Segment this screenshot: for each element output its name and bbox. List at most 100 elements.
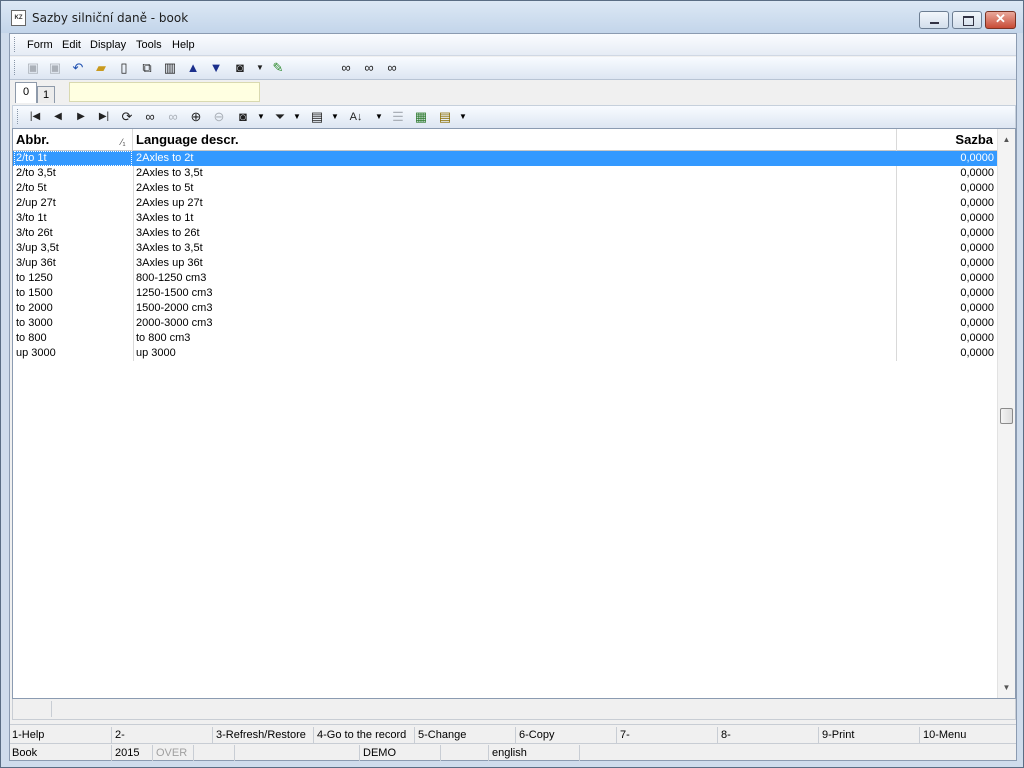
cell-abbr[interactable]: to 2000	[16, 301, 133, 316]
binoculars-icon[interactable]: ∞	[142, 109, 158, 125]
undo-icon[interactable]: ↶	[70, 60, 86, 76]
fkey-1-help[interactable]: 1-Help	[10, 727, 112, 743]
table-row[interactable]: 3/up 3,5t 3Axles to 3,5t 0,0000	[13, 241, 997, 256]
column-header-abbr[interactable]: Abbr. ⁄₁	[13, 129, 133, 151]
cell-language[interactable]: 3Axles to 3,5t	[136, 241, 891, 256]
cell-language[interactable]: 1250-1500 cm3	[136, 286, 891, 301]
fkey-6-copy[interactable]: 6-Copy	[517, 727, 617, 743]
table-row[interactable]: 2/up 27t 2Axles up 27t 0,0000	[13, 196, 997, 211]
cell-language[interactable]: 3Axles to 1t	[136, 211, 891, 226]
cell-abbr[interactable]: to 800	[16, 331, 133, 346]
data-grid[interactable]: Abbr. ⁄₁ Language descr. Sazba 2/to 1t 2A…	[12, 128, 1016, 699]
fkey-2[interactable]: 2-	[113, 727, 213, 743]
cell-language[interactable]: 800-1250 cm3	[136, 271, 891, 286]
cell-abbr[interactable]: 3/up 3,5t	[16, 241, 133, 256]
fkey-3-refresh[interactable]: 3-Refresh/Restore	[214, 727, 314, 743]
save-icon[interactable]: ▣	[25, 60, 41, 76]
dropdown-arrow-icon[interactable]: ▼	[252, 60, 268, 76]
first-record-icon[interactable]: |◀	[27, 109, 43, 125]
table-row[interactable]: to 3000 2000-3000 cm3 0,0000	[13, 316, 997, 331]
table-row[interactable]: to 1250 800-1250 cm3 0,0000	[13, 271, 997, 286]
cell-sazba[interactable]: 0,0000	[896, 211, 994, 226]
cell-sazba[interactable]: 0,0000	[896, 181, 994, 196]
scroll-up-icon[interactable]: ▲	[998, 131, 1015, 148]
camera-icon[interactable]: ◙	[232, 60, 248, 76]
cell-sazba[interactable]: 0,0000	[896, 241, 994, 256]
cell-sazba[interactable]: 0,0000	[896, 151, 994, 166]
cell-sazba[interactable]: 0,0000	[896, 286, 994, 301]
cell-abbr[interactable]: to 1250	[16, 271, 133, 286]
find-disabled-icon[interactable]: ∞	[165, 109, 181, 125]
add-column-icon[interactable]: ⊕	[188, 109, 204, 125]
cell-abbr[interactable]: 2/up 27t	[16, 196, 133, 211]
cell-sazba[interactable]: 0,0000	[896, 256, 994, 271]
cell-sazba[interactable]: 0,0000	[896, 316, 994, 331]
filter-input[interactable]	[69, 82, 260, 102]
menu-grip[interactable]	[14, 37, 17, 52]
dropdown-arrow-icon[interactable]: ▼	[375, 109, 383, 125]
cell-language[interactable]: 3Axles to 26t	[136, 226, 891, 241]
cell-sazba[interactable]: 0,0000	[896, 346, 994, 361]
scroll-thumb[interactable]	[1000, 408, 1013, 424]
table-row[interactable]: to 800 to 800 cm3 0,0000	[13, 331, 997, 346]
fkey-10-menu[interactable]: 10-Menu	[921, 727, 1016, 743]
cell-abbr[interactable]: 3/up 36t	[16, 256, 133, 271]
dropdown-arrow-icon[interactable]: ▼	[293, 109, 301, 125]
dropdown-arrow-icon[interactable]: ▼	[459, 109, 467, 125]
cell-language[interactable]: 2Axles up 27t	[136, 196, 891, 211]
grid-toolbar-grip[interactable]	[17, 109, 20, 124]
previous-record-icon[interactable]: ◀	[50, 109, 66, 125]
scroll-down-icon[interactable]: ▼	[998, 679, 1015, 696]
table-row[interactable]: up 3000 up 3000 0,0000	[13, 346, 997, 361]
menu-help[interactable]: Help	[172, 39, 195, 51]
maximize-button[interactable]	[952, 11, 982, 29]
toolbar-grip[interactable]	[14, 60, 17, 75]
cell-language[interactable]: up 3000	[136, 346, 891, 361]
table-row[interactable]: 3/to 26t 3Axles to 26t 0,0000	[13, 226, 997, 241]
dropdown-arrow-icon[interactable]: ▼	[331, 109, 339, 125]
cell-sazba[interactable]: 0,0000	[896, 331, 994, 346]
close-button[interactable]: ✕	[985, 11, 1016, 29]
cell-abbr[interactable]: 3/to 26t	[16, 226, 133, 241]
open-folder-icon[interactable]: ▰	[93, 60, 109, 76]
table-row[interactable]: 2/to 1t 2Axles to 2t 0,0000	[13, 151, 997, 166]
cell-abbr[interactable]: 2/to 5t	[16, 181, 133, 196]
menu-display[interactable]: Display	[90, 39, 126, 51]
tab-1[interactable]: 1	[37, 86, 55, 103]
table-row[interactable]: to 1500 1250-1500 cm3 0,0000	[13, 286, 997, 301]
save-all-icon[interactable]: ▣	[47, 60, 63, 76]
title-bar[interactable]: KZ Sazby silniční daně - book ✕	[1, 1, 1023, 33]
fkey-9-print[interactable]: 9-Print	[820, 727, 920, 743]
refresh-icon[interactable]: ⟳	[119, 109, 135, 125]
cell-language[interactable]: 2000-3000 cm3	[136, 316, 891, 331]
cell-abbr[interactable]: up 3000	[16, 346, 133, 361]
next-record-icon[interactable]: ▶	[73, 109, 89, 125]
arrow-down-icon[interactable]: ▼	[208, 60, 224, 76]
dropdown-arrow-icon[interactable]: ▼	[257, 109, 265, 125]
find-next-icon[interactable]: ∞	[361, 60, 377, 76]
fkey-8[interactable]: 8-	[719, 727, 819, 743]
menu-form[interactable]: Form	[27, 39, 53, 51]
table-row[interactable]: 2/to 5t 2Axles to 5t 0,0000	[13, 181, 997, 196]
table-row[interactable]: 2/to 3,5t 2Axles to 3,5t 0,0000	[13, 166, 997, 181]
fkey-5-change[interactable]: 5-Change	[416, 727, 516, 743]
vertical-scrollbar[interactable]: ▲ ▼	[997, 129, 1015, 698]
binoculars-icon[interactable]: ∞	[338, 60, 354, 76]
cell-sazba[interactable]: 0,0000	[896, 301, 994, 316]
cell-abbr[interactable]: 3/to 1t	[16, 211, 133, 226]
table-row[interactable]: 3/to 1t 3Axles to 1t 0,0000	[13, 211, 997, 226]
sort-icon[interactable]: A↓	[348, 109, 364, 125]
cell-language[interactable]: 2Axles to 2t	[136, 151, 891, 166]
cell-sazba[interactable]: 0,0000	[896, 196, 994, 211]
find-previous-icon[interactable]: ∞	[384, 60, 400, 76]
cell-sazba[interactable]: 0,0000	[896, 271, 994, 286]
menu-tools[interactable]: Tools	[136, 39, 162, 51]
cell-sazba[interactable]: 0,0000	[896, 226, 994, 241]
cell-language[interactable]: 3Axles up 36t	[136, 256, 891, 271]
cell-language[interactable]: to 800 cm3	[136, 331, 891, 346]
book-icon[interactable]: ▥	[162, 60, 178, 76]
notes-icon[interactable]: ▤	[437, 109, 453, 125]
numbering-icon[interactable]: ☰	[390, 109, 406, 125]
fkey-4-goto[interactable]: 4-Go to the record	[315, 727, 415, 743]
copy-document-icon[interactable]: ⧉	[139, 60, 155, 76]
